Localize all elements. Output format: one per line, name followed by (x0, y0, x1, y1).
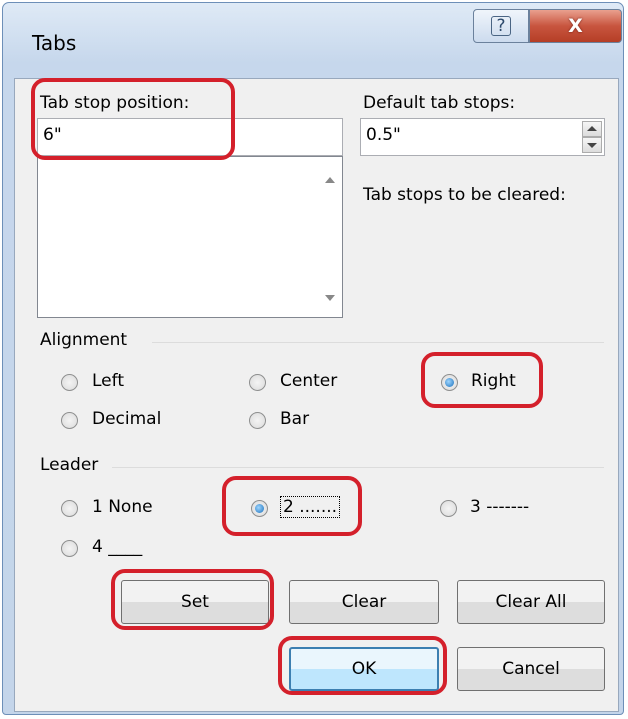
scroll-up-icon[interactable] (325, 177, 335, 183)
highlight-set-button (111, 569, 274, 630)
highlight-tab-stop-position (31, 78, 235, 160)
cancel-button[interactable]: Cancel (457, 647, 605, 691)
leader-group-label: Leader (40, 455, 99, 475)
leader-none-radio[interactable] (61, 500, 78, 517)
spin-up-button[interactable] (582, 121, 602, 137)
highlight-ok-button (278, 636, 447, 695)
highlight-right-alignment (421, 352, 543, 408)
tab-stops-scrollbar[interactable] (319, 157, 342, 317)
clear-all-button[interactable]: Clear All (457, 580, 605, 624)
default-tab-stops-value: 0.5" (366, 125, 401, 145)
alignment-decimal-label[interactable]: Decimal (92, 409, 161, 429)
default-tab-stops-spinner[interactable] (582, 121, 602, 153)
leader-none-label[interactable]: 1 None (92, 497, 153, 517)
alignment-bar-label[interactable]: Bar (280, 409, 309, 429)
leader-divider (112, 467, 604, 468)
alignment-bar-radio[interactable] (249, 412, 266, 429)
spin-down-button[interactable] (582, 137, 602, 153)
tab-stops-list[interactable] (37, 156, 343, 318)
tab-stops-to-be-cleared-label: Tab stops to be cleared: (363, 185, 566, 205)
help-button[interactable]: ? (473, 9, 529, 43)
close-button[interactable]: X (529, 9, 622, 43)
leader-underline-radio[interactable] (61, 540, 78, 557)
leader-dashes-label[interactable]: 3 ------- (470, 497, 529, 517)
window-title: Tabs (32, 31, 77, 55)
scroll-down-icon[interactable] (325, 295, 335, 301)
spin-up-icon (587, 126, 597, 131)
close-icon: X (568, 15, 583, 37)
alignment-decimal-radio[interactable] (61, 412, 78, 429)
leader-underline-label[interactable]: 4 ____ (92, 537, 142, 557)
default-tab-stops-input[interactable]: 0.5" (360, 118, 605, 156)
alignment-center-label[interactable]: Center (280, 371, 337, 391)
alignment-center-radio[interactable] (249, 374, 266, 391)
alignment-left-label[interactable]: Left (92, 371, 124, 391)
default-tab-stops-label: Default tab stops: (363, 93, 516, 113)
clear-button[interactable]: Clear (289, 580, 439, 624)
highlight-leader-dots (222, 476, 362, 536)
alignment-divider (152, 342, 604, 343)
help-icon: ? (491, 16, 511, 36)
alignment-group-label: Alignment (40, 330, 128, 350)
spin-down-icon (587, 143, 597, 148)
leader-dashes-radio[interactable] (440, 500, 457, 517)
alignment-left-radio[interactable] (61, 374, 78, 391)
